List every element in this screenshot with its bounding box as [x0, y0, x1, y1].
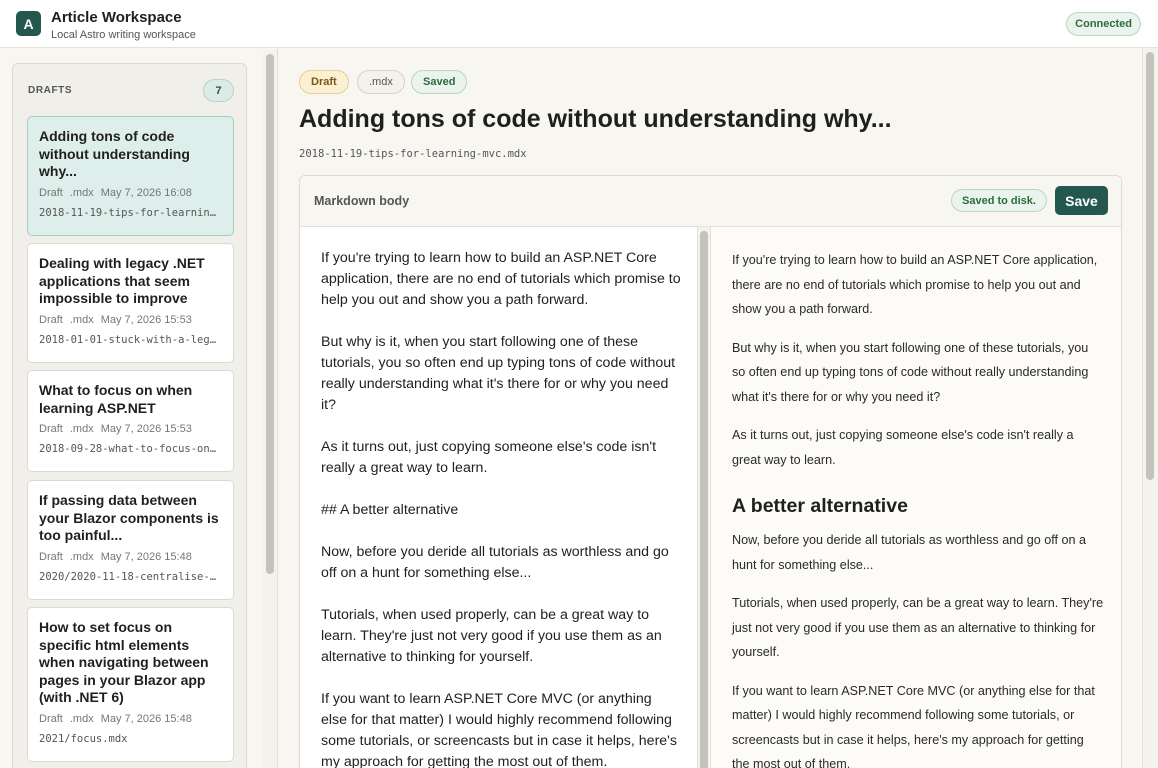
markdown-source-editor[interactable]: If you're trying to learn how to build a…: [300, 227, 697, 768]
draft-item-status: Draft: [39, 712, 63, 725]
draft-item-ext: .mdx: [69, 550, 94, 563]
draft-item-title: Adding tons of code without understandin…: [39, 128, 190, 179]
main-scrollbar-thumb[interactable]: [1146, 52, 1154, 480]
draft-item-focus[interactable]: How to set focus on specific html elemen…: [27, 607, 234, 762]
draft-item-meta: Draft .mdx May 7, 2026 15:53: [39, 423, 222, 435]
draft-item-title: If passing data between your Blazor comp…: [39, 492, 219, 543]
draft-item-date: May 7, 2026 15:48: [100, 550, 192, 563]
draft-item-date: May 7, 2026 15:48: [100, 712, 192, 725]
source-paragraph: As it turns out, just copying someone el…: [321, 439, 657, 476]
draft-item-path: 2018-11-19-tips-for-learning-mvc.mdx: [39, 206, 222, 219]
source-paragraph: If you're trying to learn how to build a…: [321, 250, 681, 308]
draft-item-status: Draft: [39, 423, 63, 435]
preview-paragraph: If you want to learn ASP.NET Core MVC (o…: [732, 683, 1095, 768]
app-subtitle: Local Astro writing workspace: [51, 29, 196, 41]
draft-item-status: Draft: [39, 550, 63, 563]
app-logo: A: [16, 11, 41, 36]
draft-item-meta: Draft .mdx May 7, 2026 16:08: [39, 187, 222, 199]
preview-paragraph: If you're trying to learn how to build a…: [732, 253, 1098, 316]
markdown-preview: If you're trying to learn how to build a…: [711, 227, 1121, 768]
markdown-editor-panel: Markdown body Saved to disk. Save If you…: [299, 175, 1122, 768]
draft-item-path: 2018-09-28-what-to-focus-on.mdx: [39, 443, 222, 455]
draft-item-ext: .mdx: [69, 186, 94, 199]
editor-label: Markdown body: [314, 194, 410, 208]
draft-item-title: What to focus on when learning ASP.NET: [39, 382, 193, 416]
draft-item-title: How to set focus on specific html elemen…: [39, 619, 209, 705]
draft-item-ext: .mdx: [69, 712, 94, 725]
source-scrollbar-thumb[interactable]: [700, 231, 708, 768]
draft-item-ext: .mdx: [69, 423, 94, 435]
draft-item-centralise-state[interactable]: If passing data between your Blazor comp…: [27, 480, 234, 600]
save-button[interactable]: Save: [1055, 186, 1108, 215]
drafts-count-badge: 7: [203, 79, 234, 102]
markdown-source-text[interactable]: If you're trying to learn how to build a…: [321, 248, 681, 768]
draft-item-path: 2020/2020-11-18-centralise-state.mdx: [39, 570, 222, 583]
source-heading-line: ## A better alternative: [321, 502, 459, 518]
saved-to-disk-status: Saved to disk.: [951, 189, 1047, 212]
source-paragraph: Now, before you deride all tutorials as …: [321, 544, 669, 581]
draft-item-date: May 7, 2026 15:53: [100, 423, 192, 435]
preview-heading: A better alternative: [732, 495, 908, 517]
draft-item-stuck-with-a-legacy-app[interactable]: Dealing with legacy .NET applications th…: [27, 243, 234, 363]
preview-content: If you're trying to learn how to build a…: [732, 248, 1104, 768]
draft-item-date: May 7, 2026 16:08: [100, 186, 192, 199]
connection-status-badge: Connected: [1066, 12, 1141, 36]
draft-item-what-to-focus-on[interactable]: What to focus on when learning ASP.NET D…: [27, 370, 234, 472]
draft-item-tips-for-learning-mvc[interactable]: Adding tons of code without understandin…: [27, 116, 234, 236]
preview-paragraph: But why is it, when you start following …: [732, 340, 1089, 404]
source-paragraph: Tutorials, when used properly, can be a …: [321, 607, 662, 665]
app-title: Article Workspace: [51, 9, 182, 26]
preview-paragraph: As it turns out, just copying someone el…: [732, 428, 1074, 467]
draft-item-meta: Draft .mdx May 7, 2026 15:48: [39, 551, 222, 563]
draft-item-meta: Draft .mdx May 7, 2026 15:53: [39, 314, 222, 326]
draft-item-title: Dealing with legacy .NET applications th…: [39, 255, 205, 306]
preview-paragraph: Now, before you deride all tutorials as …: [732, 533, 1087, 572]
draft-item-status: Draft: [39, 186, 63, 199]
editor-toolbar: Markdown body Saved to disk. Save: [300, 176, 1121, 227]
draft-item-date: May 7, 2026 15:53: [100, 313, 192, 326]
draft-item-status: Draft: [39, 313, 63, 326]
source-paragraph: But why is it, when you start following …: [321, 334, 676, 413]
sidebar-scrollbar-thumb[interactable]: [266, 54, 274, 574]
draft-item-path: 2018-01-01-stuck-with-a-legacy-app.mdx: [39, 333, 222, 346]
draft-item-path: 2021/focus.mdx: [39, 732, 128, 745]
drafts-sidebar: DRAFTS 7 Adding tons of code without und…: [12, 63, 247, 768]
draft-item-meta: Draft .mdx May 7, 2026 15:48: [39, 713, 222, 725]
app-header: A Article Workspace Local Astro writing …: [0, 0, 1158, 48]
main-divider: [277, 48, 278, 768]
draft-item-ext: .mdx: [69, 313, 94, 326]
article-file-path: 2018-11-19-tips-for-learning-mvc.mdx: [299, 148, 527, 160]
preview-paragraph: Tutorials, when used properly, can be a …: [732, 596, 1104, 659]
article-ext-badge: .mdx: [357, 70, 405, 94]
article-status-badge: Draft: [299, 70, 349, 94]
drafts-heading: DRAFTS: [28, 85, 73, 96]
source-paragraph: If you want to learn ASP.NET Core MVC (o…: [321, 691, 677, 768]
article-saved-badge: Saved: [411, 70, 468, 94]
article-title: Adding tons of code without understandin…: [299, 105, 892, 133]
